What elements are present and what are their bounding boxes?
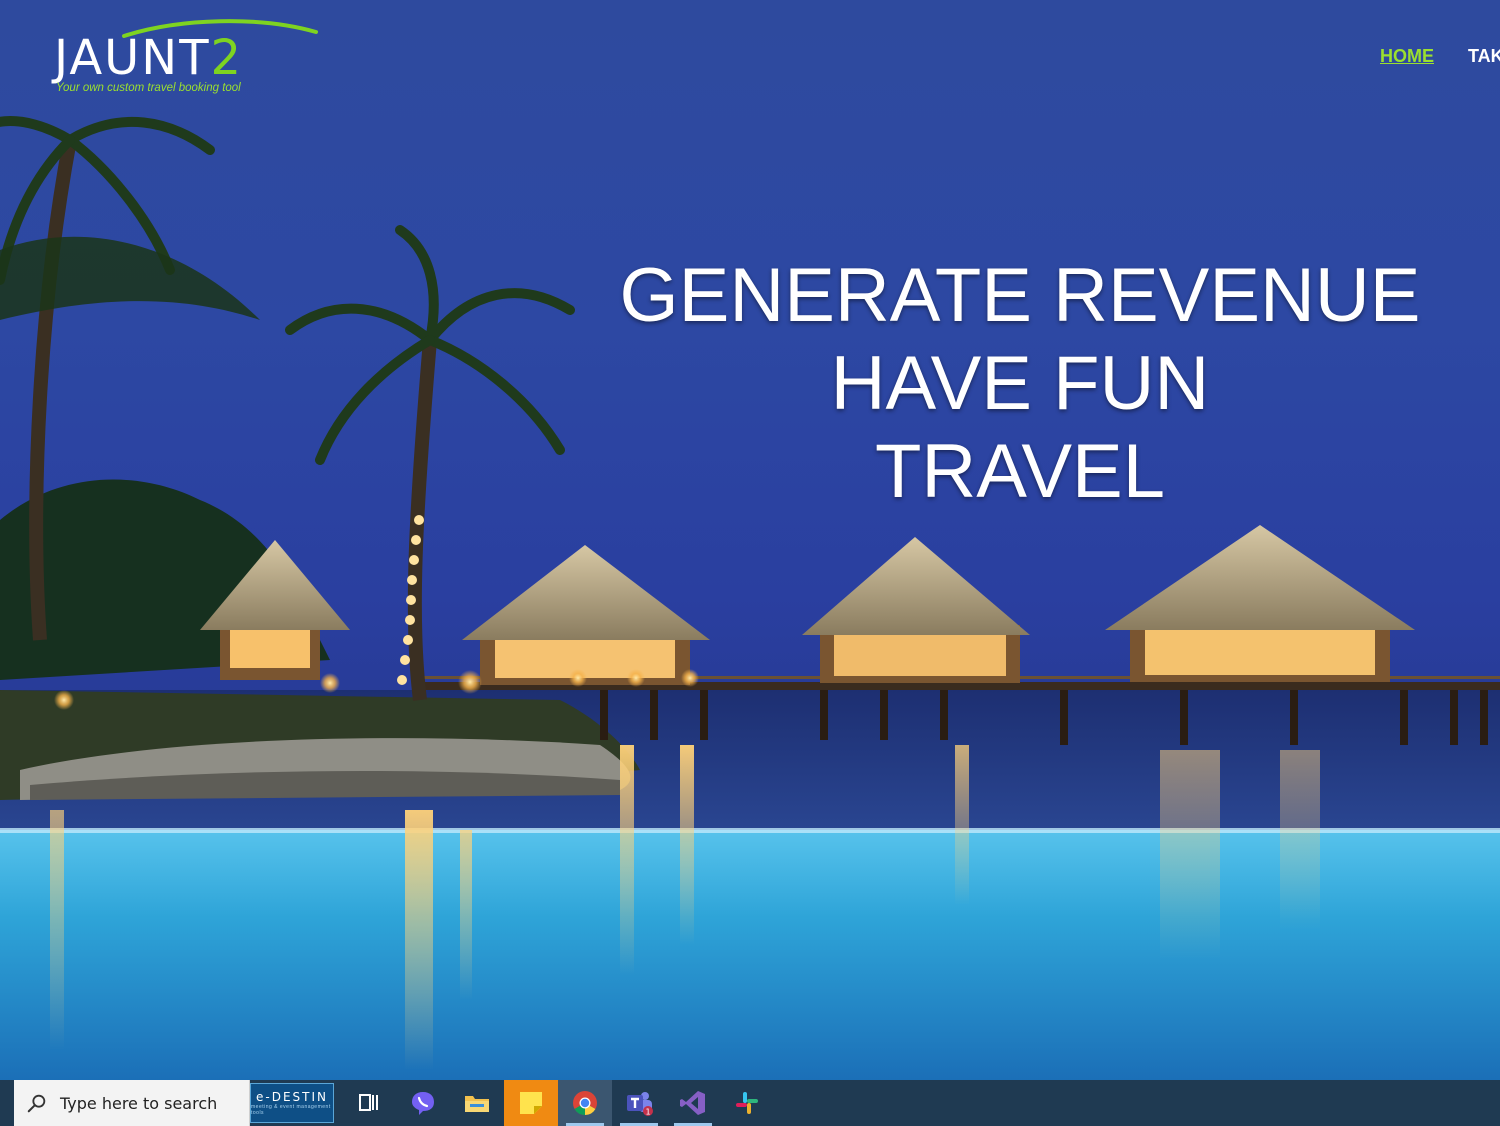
taskbar-slack[interactable] (720, 1080, 774, 1126)
brand-wordmark: JAUNT2 (54, 34, 243, 82)
nav-take[interactable]: TAKE (1468, 46, 1500, 67)
brand-name: JAUNT (54, 30, 211, 86)
search-icon (27, 1094, 46, 1113)
taskbar-edge (0, 1080, 14, 1126)
search-placeholder: Type here to search (60, 1093, 218, 1113)
main-nav: HOME TAKE (1380, 46, 1500, 67)
brand-name-accent: 2 (210, 30, 244, 86)
hero-headline: GENERATE REVENUE HAVE FUN TRAVEL (560, 252, 1480, 516)
taskbar-visual-studio[interactable] (666, 1080, 720, 1126)
visual-studio-icon (680, 1091, 705, 1115)
teams-badge: 1 (645, 1108, 650, 1117)
brand-logo[interactable]: JAUNT2 Your own custom travel booking to… (54, 16, 318, 102)
brand-tagline: Your own custom travel booking tool (56, 82, 241, 94)
task-view-icon (359, 1094, 378, 1111)
taskbar-sticky-notes[interactable] (504, 1080, 558, 1126)
taskbar-file-explorer[interactable] (450, 1080, 504, 1126)
taskbar-task-view[interactable] (342, 1080, 396, 1126)
file-explorer-icon (465, 1096, 489, 1112)
chrome-icon (573, 1091, 597, 1116)
hero-background (0, 0, 1500, 1080)
sticky-notes-icon (520, 1092, 542, 1114)
hero-line-1: GENERATE REVENUE (619, 253, 1421, 338)
taskbar-chrome[interactable] (558, 1080, 612, 1126)
hero-line-2: HAVE FUN (830, 341, 1210, 426)
nav-home[interactable]: HOME (1380, 46, 1434, 67)
hero-line-3: TRAVEL (874, 429, 1165, 514)
taskbar-teams[interactable]: 1 (612, 1080, 666, 1126)
windows-taskbar: Type here to search e-DESTIN meeting & e… (0, 1080, 1500, 1126)
edestin-subtitle: meeting & event management tools (251, 1104, 331, 1116)
resort-scene-illustration (0, 116, 1500, 1080)
taskbar-search-box[interactable]: Type here to search (14, 1080, 250, 1126)
viber-icon (412, 1092, 434, 1115)
edestin-pinned-tile[interactable]: e-DESTIN meeting & event management tool… (250, 1083, 334, 1123)
teams-icon: 1 (627, 1092, 653, 1117)
slack-icon (736, 1092, 758, 1114)
taskbar-viber[interactable] (396, 1080, 450, 1126)
edestin-name: e-DESTIN (256, 1090, 328, 1104)
